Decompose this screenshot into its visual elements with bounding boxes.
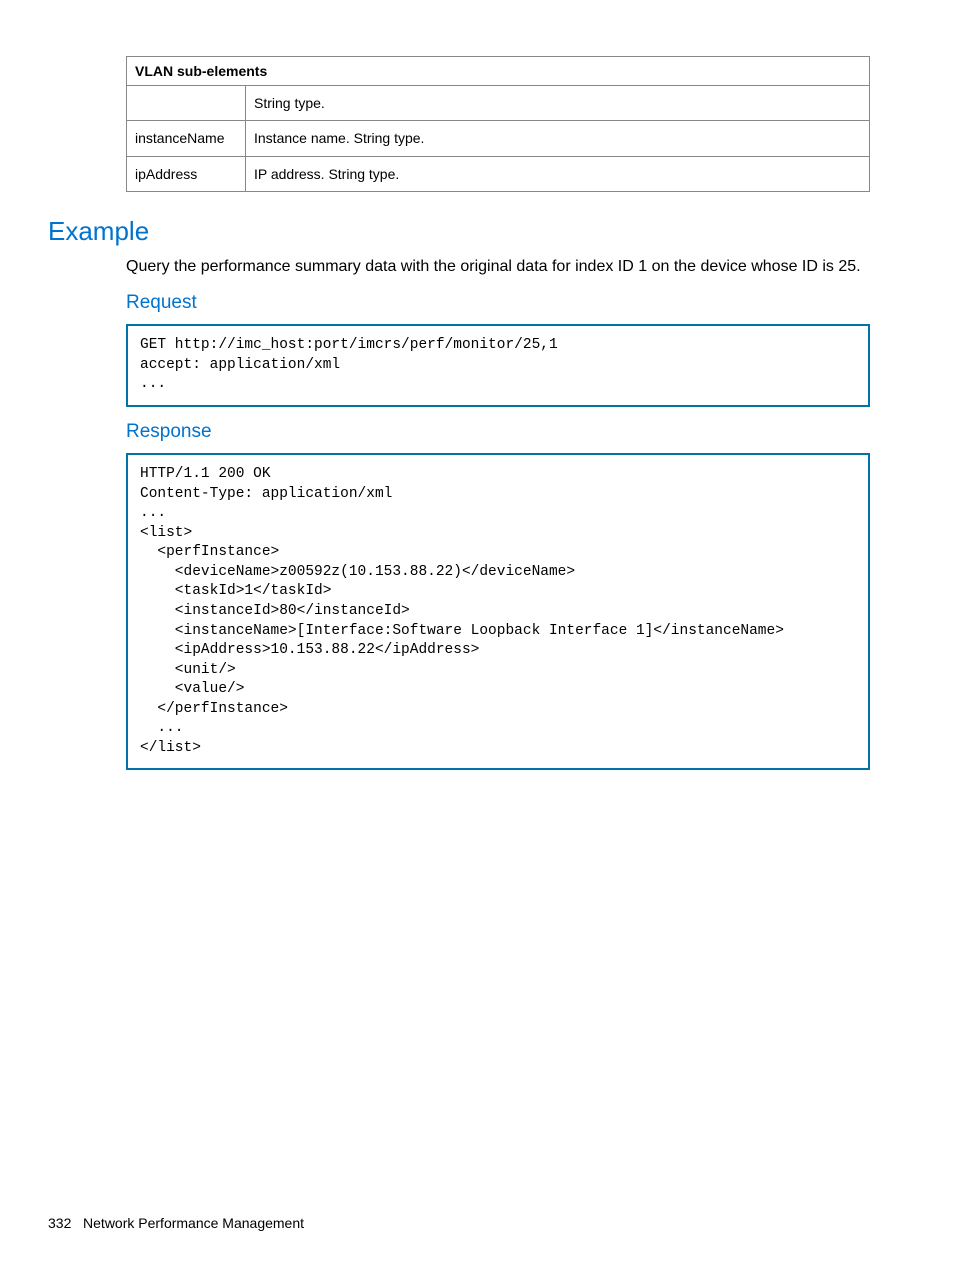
example-body: Query the performance summary data with … bbox=[126, 255, 870, 278]
request-heading: Request bbox=[126, 292, 870, 314]
table-row: String type. bbox=[127, 86, 870, 121]
element-name: ipAddress bbox=[127, 156, 246, 191]
page-footer: 332 Network Performance Management bbox=[48, 1215, 304, 1231]
footer-title: Network Performance Management bbox=[83, 1215, 304, 1231]
response-code-block: HTTP/1.1 200 OK Content-Type: applicatio… bbox=[126, 453, 870, 770]
table-header: VLAN sub-elements bbox=[127, 57, 870, 86]
page-number: 332 bbox=[48, 1215, 71, 1231]
table-row: instanceName Instance name. String type. bbox=[127, 121, 870, 156]
element-desc: IP address. String type. bbox=[246, 156, 870, 191]
example-heading: Example bbox=[48, 216, 870, 247]
response-heading: Response bbox=[126, 421, 870, 443]
vlan-subelements-table: VLAN sub-elements String type. instanceN… bbox=[126, 56, 870, 192]
element-desc: Instance name. String type. bbox=[246, 121, 870, 156]
element-name bbox=[127, 86, 246, 121]
table-row: ipAddress IP address. String type. bbox=[127, 156, 870, 191]
request-code-block: GET http://imc_host:port/imcrs/perf/moni… bbox=[126, 324, 870, 407]
element-name: instanceName bbox=[127, 121, 246, 156]
element-desc: String type. bbox=[246, 86, 870, 121]
